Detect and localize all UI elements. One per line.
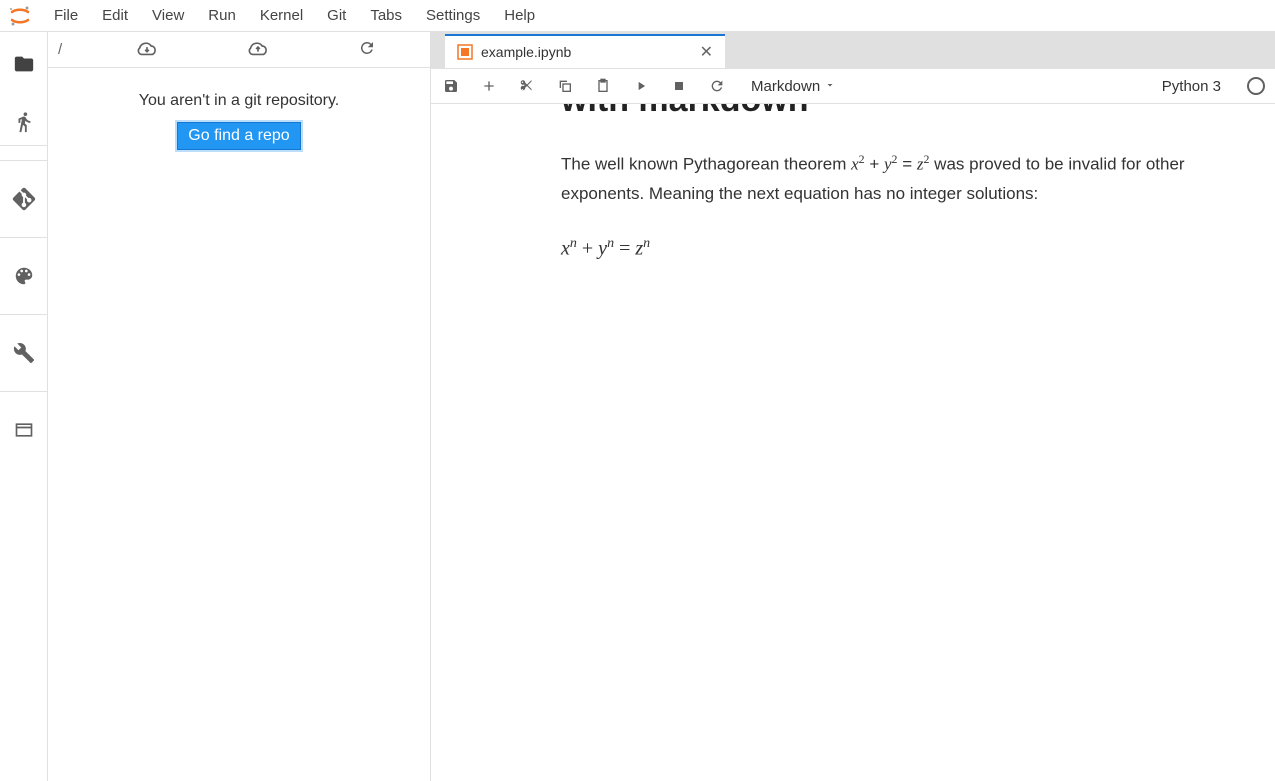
kernel-name[interactable]: Python 3 [1162, 78, 1221, 95]
find-repo-button[interactable]: Go find a repo [177, 122, 300, 150]
git-panel: You aren't in a git repository. Go find … [48, 68, 430, 781]
stop-icon[interactable] [669, 76, 689, 96]
separator [0, 314, 47, 315]
markdown-paragraph: The well known Pythagorean theorem x2 + … [561, 149, 1195, 208]
menu-tabs[interactable]: Tabs [358, 3, 414, 28]
menu-git[interactable]: Git [315, 3, 358, 28]
activity-bar [0, 32, 48, 781]
separator [0, 391, 47, 392]
menu-file[interactable]: File [42, 3, 90, 28]
git-message: You aren't in a git repository. [139, 92, 340, 110]
cloud-download-icon[interactable] [136, 37, 158, 62]
tabbar: example.ipynb ✕ [431, 32, 1275, 68]
menubar: File Edit View Run Kernel Git Tabs Setti… [0, 0, 1275, 32]
sidebar-tab-running[interactable] [0, 98, 48, 146]
tab-example[interactable]: example.ipynb ✕ [445, 34, 725, 68]
save-icon[interactable] [441, 76, 461, 96]
filebrowser-toolbar: / [48, 32, 430, 68]
restart-icon[interactable] [707, 76, 727, 96]
markdown-equation: xn + yn = zn [561, 236, 1195, 261]
markdown-heading: Using equation with LaTeX notation with … [561, 104, 1195, 121]
sidebar-tab-theme[interactable] [0, 252, 48, 300]
kernel-indicator-icon[interactable] [1247, 77, 1265, 95]
tab-name: example.ipynb [481, 44, 692, 60]
celltype-dropdown[interactable]: Markdown [751, 78, 836, 95]
separator [0, 237, 47, 238]
notebook-scroll[interactable]: 200 300 400 500 600 0 100 200 [431, 104, 1275, 781]
menu-kernel[interactable]: Kernel [248, 3, 315, 28]
menu-settings[interactable]: Settings [414, 3, 492, 28]
close-icon[interactable]: ✕ [700, 42, 713, 62]
cut-icon[interactable] [517, 76, 537, 96]
side-panel: / You aren't in a git repository. Go fin… [48, 32, 431, 781]
menu-run[interactable]: Run [196, 3, 248, 28]
cloud-upload-icon[interactable] [247, 37, 269, 62]
separator [0, 160, 47, 161]
add-cell-icon[interactable] [479, 76, 499, 96]
sidebar-tab-tools[interactable] [0, 329, 48, 377]
notebook-toolbar: Markdown Python 3 [431, 68, 1275, 104]
sidebar-tab-files[interactable] [0, 40, 48, 88]
menu-help[interactable]: Help [492, 3, 547, 28]
notebook: 200 300 400 500 600 0 100 200 [431, 104, 1275, 781]
copy-icon[interactable] [555, 76, 575, 96]
celltype-label: Markdown [751, 78, 820, 95]
notebook-icon [457, 44, 473, 60]
sidebar-tab-git[interactable] [0, 175, 48, 223]
jupyter-logo [6, 2, 34, 30]
menu-edit[interactable]: Edit [90, 3, 140, 28]
main-area: example.ipynb ✕ Markdown Python 3 [431, 32, 1275, 781]
sidebar-tab-tabs[interactable] [0, 406, 48, 454]
refresh-icon[interactable] [358, 39, 376, 60]
paste-icon[interactable] [593, 76, 613, 96]
run-icon[interactable] [631, 76, 651, 96]
chevron-down-icon [824, 78, 836, 95]
menu-view[interactable]: View [140, 3, 196, 28]
